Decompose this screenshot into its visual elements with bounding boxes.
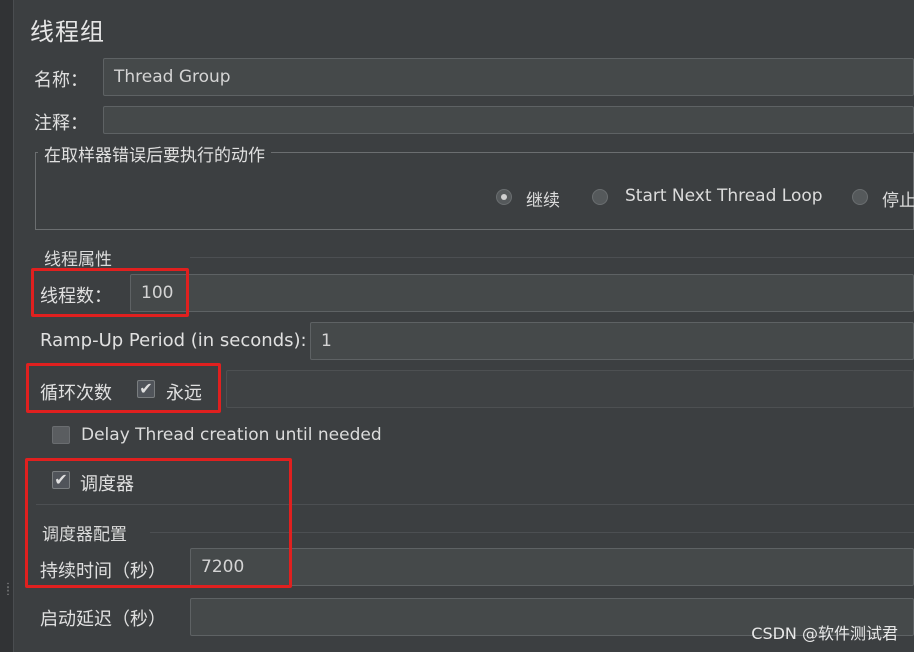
radio-stop-label[interactable]: 停止 <box>882 186 914 211</box>
duration-input[interactable]: 7200 <box>190 548 914 586</box>
startup-delay-label: 启动延迟（秒） <box>40 609 166 630</box>
delay-creation-label[interactable]: Delay Thread creation until needed <box>81 425 382 445</box>
sampler-error-legend: 在取样器错误后要执行的动作 <box>38 141 271 166</box>
loop-count-input[interactable] <box>226 370 914 408</box>
radio-continue[interactable] <box>496 189 512 205</box>
delay-creation-checkbox[interactable] <box>52 426 70 444</box>
page-title: 线程组 <box>30 18 105 46</box>
comment-label: 注释： <box>34 113 88 134</box>
radio-continue-label[interactable]: 继续 <box>526 186 560 211</box>
rampup-label: Ramp-Up Period (in seconds): <box>40 330 307 351</box>
name-input[interactable]: Thread Group <box>103 58 914 96</box>
comment-input[interactable] <box>103 106 914 134</box>
radio-start-next-loop-label[interactable]: Start Next Thread Loop <box>625 186 823 206</box>
rampup-input[interactable]: 1 <box>310 322 914 360</box>
watermark: CSDN @软件测试君 <box>751 624 898 643</box>
resize-grip-icon[interactable]: ⋮ ⋮ <box>3 583 13 602</box>
radio-stop[interactable] <box>852 189 868 205</box>
radio-start-next-loop[interactable] <box>592 189 608 205</box>
left-gutter <box>0 0 14 652</box>
name-value: Thread Group <box>114 67 231 87</box>
rampup-value: 1 <box>321 331 332 351</box>
thread-props-heading: 线程属性 <box>44 250 112 270</box>
threads-input[interactable]: 100 <box>130 274 914 312</box>
highlight-loop <box>26 363 221 413</box>
thread-props-divider <box>190 257 914 258</box>
highlight-threads <box>31 268 189 317</box>
name-label: 名称： <box>34 70 88 91</box>
highlight-scheduler <box>25 458 292 588</box>
